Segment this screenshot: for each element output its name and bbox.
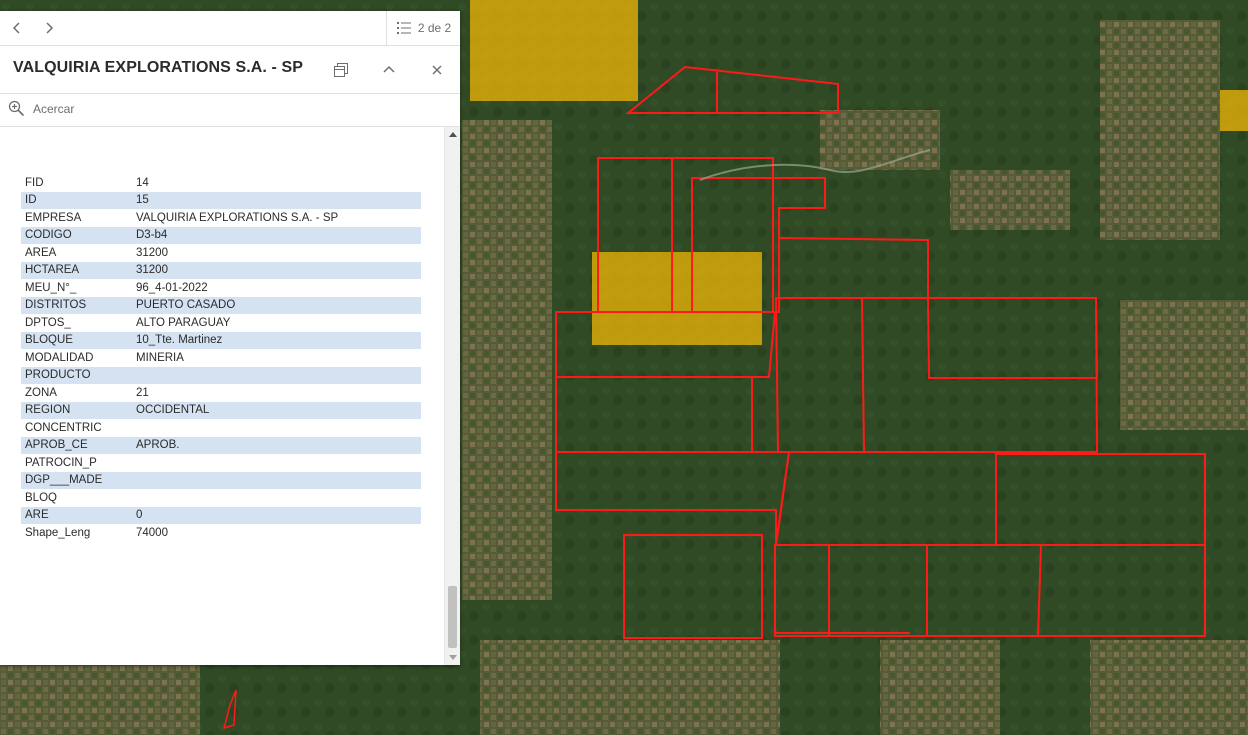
scroll-up-arrow[interactable] (445, 127, 460, 141)
next-feature-button[interactable] (38, 17, 60, 39)
attribute-value: ALTO PARAGUAY (136, 316, 231, 329)
attribute-field: MODALIDAD (25, 351, 94, 364)
triangle-up-icon (448, 132, 457, 137)
attribute-value (132, 419, 421, 437)
popup-scrollbar[interactable] (444, 127, 460, 665)
chevron-up-icon (383, 65, 395, 73)
attribute-field: AREA (25, 246, 57, 259)
feature-popup: 2 de 2 VALQUIRIA EXPLORATIONS S.A. - SP (0, 11, 460, 665)
dock-icon (334, 63, 348, 77)
attribute-row: ARE 0 (21, 506, 421, 524)
attribute-row: DPTOS_ ALTO PARAGUAY (21, 314, 421, 332)
attribute-field: ID (21, 191, 132, 209)
attribute-field: PRODUCTO (21, 366, 132, 384)
attribute-row: ZONA 21 (21, 384, 421, 402)
attribute-value: 14 (136, 176, 149, 189)
zoom-in-icon (8, 100, 25, 117)
attribute-row: APROB_CE APROB. (21, 436, 421, 454)
attribute-field: ZONA (25, 386, 57, 399)
attribute-value: VALQUIRIA EXPLORATIONS S.A. - SP (136, 211, 339, 224)
attribute-value: MINERIA (136, 351, 184, 364)
attribute-row: PATROCIN_P (21, 454, 421, 472)
attribute-row: BLOQUE 10_Tte. Martinez (21, 331, 421, 349)
zoom-to-label: Acercar (33, 101, 75, 116)
page-indicator: 2 de 2 (417, 21, 452, 35)
attribute-value: 74000 (136, 526, 168, 539)
attribute-field: EMPRESA (25, 211, 82, 224)
attribute-field: FID (25, 176, 44, 189)
attribute-value (132, 454, 421, 472)
close-icon (432, 65, 442, 75)
scroll-thumb[interactable] (448, 586, 457, 648)
collapse-button[interactable] (377, 58, 401, 82)
attribute-row: DGP___MADE (21, 471, 421, 489)
attribute-field: DPTOS_ (25, 316, 71, 329)
attribute-value: OCCIDENTAL (132, 401, 421, 419)
close-button[interactable] (425, 58, 449, 82)
attribute-value: 31200 (136, 246, 168, 259)
attribute-field: REGION (21, 401, 132, 419)
attribute-value: 21 (136, 386, 149, 399)
attribute-value: PUERTO CASADO (132, 296, 421, 314)
attribute-row: MEU_N°_ 96_4-01-2022 (21, 279, 421, 297)
attribute-field: PATROCIN_P (25, 456, 97, 469)
popup-title: VALQUIRIA EXPLORATIONS S.A. - SP (13, 59, 304, 76)
attribute-value: D3-b4 (132, 226, 421, 244)
attribute-field: APROB_CE (21, 436, 132, 454)
attribute-field: MEU_N°_ (25, 281, 77, 294)
popup-content: FID 14 ID 15 EMPRESA VALQUIRIA EXPLORATIONS S… (0, 127, 444, 665)
attribute-row: AREA 31200 (21, 244, 421, 262)
dock-button[interactable] (329, 58, 353, 82)
attribute-field: ARE (21, 506, 132, 524)
attribute-value: 0 (132, 506, 421, 524)
feature-list-button[interactable]: 2 de 2 (386, 11, 460, 45)
attribute-row: ID 15 (21, 191, 421, 209)
attribute-value: 31200 (132, 261, 421, 279)
attribute-value: APROB. (132, 436, 421, 454)
triangle-down-icon (448, 655, 457, 660)
chevron-left-icon (12, 22, 20, 34)
popup-header: VALQUIRIA EXPLORATIONS S.A. - SP (0, 46, 460, 94)
attribute-field: DISTRITOS (21, 296, 132, 314)
attribute-field: HCTAREA (21, 261, 132, 279)
attribute-field: CODIGO (21, 226, 132, 244)
attribute-row: DISTRITOS PUERTO CASADO (21, 296, 421, 314)
attribute-row: MODALIDAD MINERIA (21, 349, 421, 367)
attribute-value (132, 471, 421, 489)
zoom-to-button[interactable]: Acercar (8, 100, 74, 117)
attribute-row: REGION OCCIDENTAL (21, 401, 421, 419)
attribute-table: FID 14 ID 15 EMPRESA VALQUIRIA EXPLORATIONS S… (21, 174, 421, 542)
previous-feature-button[interactable] (6, 17, 28, 39)
attribute-value (132, 489, 421, 507)
attribute-row: BLOQ (21, 489, 421, 507)
attribute-row: CODIGO D3-b4 (21, 226, 421, 244)
chevron-right-icon (46, 22, 54, 34)
list-icon (396, 22, 411, 34)
attribute-value: 15 (132, 191, 421, 209)
popup-actions: Acercar (0, 94, 460, 127)
attribute-value: 10_Tte. Martinez (132, 331, 421, 349)
attribute-field: BLOQ (25, 491, 57, 504)
attribute-row: FID 14 (21, 174, 421, 192)
attribute-value: 96_4-01-2022 (136, 281, 208, 294)
attribute-field: BLOQUE (21, 331, 132, 349)
attribute-row: Shape_Leng 74000 (21, 524, 421, 542)
attribute-value (132, 366, 421, 384)
attribute-row: EMPRESA VALQUIRIA EXPLORATIONS S.A. - SP (21, 209, 421, 227)
attribute-row: HCTAREA 31200 (21, 261, 421, 279)
attribute-field: DGP___MADE (21, 471, 132, 489)
attribute-field: Shape_Leng (25, 526, 91, 539)
attribute-row: PRODUCTO (21, 366, 421, 384)
popup-navigation-bar: 2 de 2 (0, 11, 460, 46)
attribute-field: CONCENTRIC (25, 421, 102, 434)
attribute-row: CONCENTRIC (21, 419, 421, 437)
scroll-down-arrow[interactable] (445, 651, 460, 665)
